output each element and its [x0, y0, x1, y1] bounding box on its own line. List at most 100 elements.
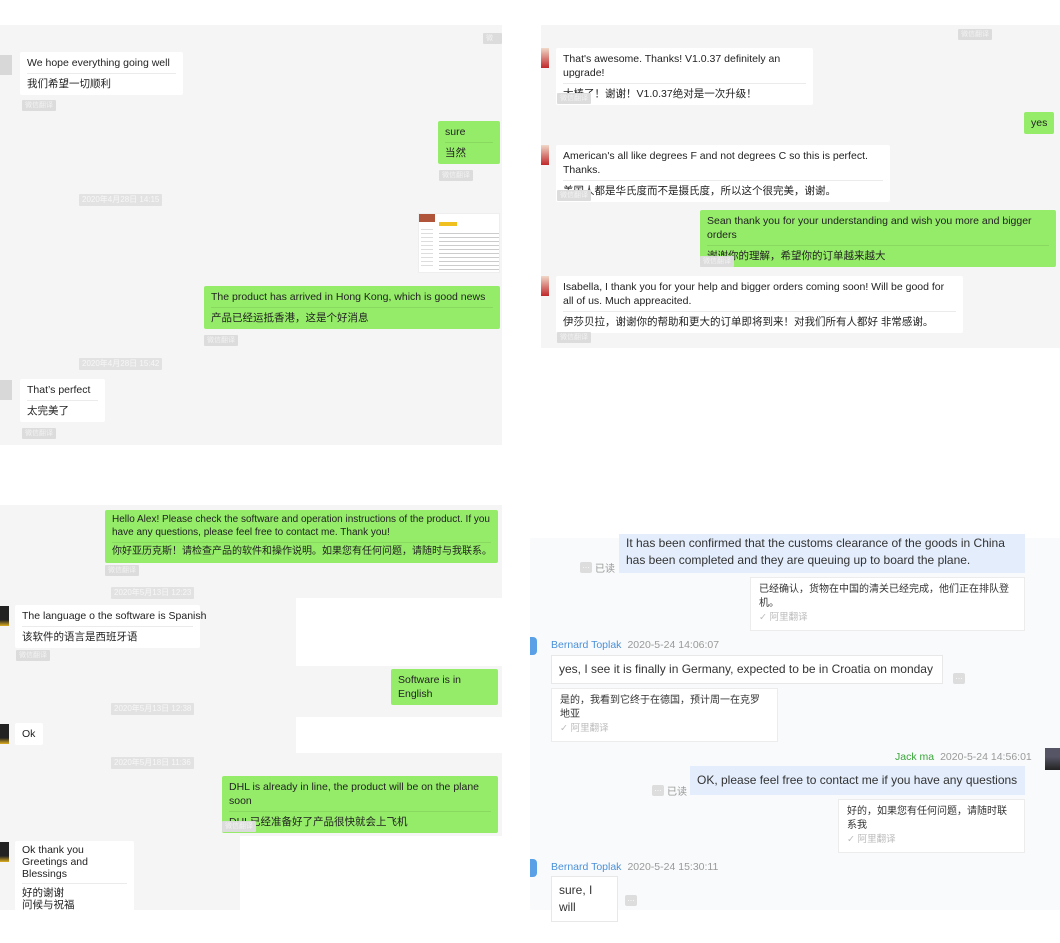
message-sent: DHL is already in line, the product will… — [222, 776, 498, 833]
message-received: That's awesome. Thanks! V1.0.37 definite… — [556, 48, 813, 105]
message-text: Ok thank you — [22, 844, 84, 856]
avatar[interactable] — [0, 380, 12, 400]
message-sent: Hello Alex! Please check the software an… — [105, 510, 498, 563]
timestamp: 2020年5月13日 12:23 — [111, 587, 195, 599]
message-translation: 太棒了！谢谢！V1.0.37绝对是一次升级！ — [563, 83, 806, 101]
avatar[interactable] — [530, 859, 537, 877]
message-translation: 已经确认，货物在中国的清关已经完成，他们正在排队登机。 — [759, 584, 1009, 609]
message-received: The language o the software is Spanish 该软… — [15, 605, 206, 648]
message-translation: 好的谢谢 问候与祝福 — [22, 883, 127, 911]
translate-tag[interactable]: 微信翻译 — [22, 100, 56, 111]
message-translation: 我们希望一切顺利 — [27, 73, 176, 91]
message-received: Isabella, I thank you for your help and … — [556, 276, 963, 333]
ali-translate-tag[interactable]: ✓ 阿里翻译 — [847, 833, 1016, 847]
message-received: yes, I see it is finally in Germany, exp… — [551, 655, 943, 684]
message-sent: OK, please feel free to contact me if yo… — [690, 766, 1025, 795]
translate-tag[interactable]: 微信翻译 — [557, 93, 591, 104]
blank-area — [296, 598, 502, 666]
timestamp: 2020年4月28日 14:15 — [79, 194, 163, 206]
message-text: The product has arrived in Hong Kong, wh… — [211, 291, 486, 303]
text-part: the software is Spanish — [97, 610, 207, 622]
sender-header: Bernard Toplak 2020-5-24 14:06:07 — [551, 639, 719, 651]
translate-tag[interactable]: 微信翻译 — [700, 256, 734, 267]
avatar[interactable] — [530, 637, 537, 655]
message-received: American's all like degrees F and not de… — [556, 145, 890, 202]
message-translation: DHL已经准备好了产品很快就会上飞机 — [229, 811, 491, 829]
translate-tag[interactable]: 微信翻译 — [557, 190, 591, 201]
translate-tag[interactable]: 微信翻译 — [22, 428, 56, 439]
message-sent: yes — [1024, 112, 1054, 134]
blank-area — [296, 717, 502, 753]
translate-tag[interactable]: 微信翻译 — [958, 29, 992, 40]
message-text: Sean thank you for your understanding an… — [707, 215, 1032, 241]
ali-translate-tag[interactable]: ✓ 阿里翻译 — [560, 722, 769, 736]
read-label: 已读 — [667, 787, 687, 798]
message-translation: 太完美了 — [27, 400, 98, 418]
sender-name[interactable]: Bernard Toplak — [551, 639, 621, 651]
avatar[interactable] — [0, 55, 12, 75]
sender-name[interactable]: Jack ma — [895, 751, 934, 763]
read-label: 已读 — [595, 564, 615, 575]
timestamp: 2020年5月13日 12:38 — [111, 703, 195, 715]
avatar[interactable] — [0, 606, 9, 626]
message-sent: It has been confirmed that the customs c… — [619, 534, 1025, 573]
message-translation: 产品已经运抵香港，这是个好消息 — [211, 307, 493, 325]
ali-translate-tag[interactable]: ✓ 阿里翻译 — [759, 611, 1016, 625]
message-text: We hope everything going well — [27, 57, 170, 69]
message-sent: Sean thank you for your understanding an… — [700, 210, 1056, 267]
text-part: 班牙语 — [106, 631, 138, 643]
text-part: 该软件的语言是西 — [22, 631, 106, 643]
message-time: 2020-5-24 14:56:01 — [940, 751, 1032, 763]
message-sent: Software is in English — [391, 669, 498, 705]
more-icon[interactable]: … — [625, 895, 637, 906]
message-translation: 该软件的语言是西班牙语 — [22, 626, 193, 644]
translation-box: 是的，我看到它终于在德国，预计周一在克罗地亚 ✓ 阿里翻译 — [551, 688, 778, 742]
message-text: yes — [1031, 117, 1048, 129]
message-time: 2020-5-24 15:30:11 — [627, 861, 719, 873]
avatar[interactable] — [541, 276, 549, 296]
avatar[interactable] — [541, 145, 549, 165]
translate-tag[interactable]: 微信翻译 — [204, 335, 238, 346]
translation-box: 已经确认，货物在中国的清关已经完成，他们正在排队登机。 ✓ 阿里翻译 — [750, 577, 1025, 631]
message-time: 2020-5-24 14:06:07 — [627, 639, 720, 651]
message-sent: sure 当然 — [438, 121, 500, 164]
translate-tag[interactable]: 微信翻译 — [483, 33, 502, 44]
sender-name[interactable]: Bernard Toplak — [551, 861, 621, 873]
text-part: 好的谢谢 — [22, 887, 64, 899]
translate-tag[interactable]: 微信翻译 — [16, 650, 50, 661]
sender-header: Jack ma 2020-5-24 14:56:01 — [895, 751, 1032, 763]
text-part: The language o — [22, 610, 95, 622]
message-received: sure, I will — [551, 876, 618, 922]
message-translation: 当然 — [445, 142, 493, 160]
translate-tag[interactable]: 微信翻译 — [105, 565, 139, 576]
avatar[interactable] — [1045, 748, 1060, 770]
avatar[interactable] — [541, 48, 549, 68]
message-received: We hope everything going well 我们希望一切顺利 — [20, 52, 183, 95]
message-text: That’s perfect — [27, 384, 91, 396]
message-text: Isabella, I thank you for your help and … — [563, 281, 945, 307]
translate-tag[interactable]: 微信翻译 — [439, 170, 473, 181]
message-text: sure — [445, 126, 466, 138]
message-text: The language o the software is Spanish — [22, 609, 206, 623]
message-text: Greetings and Blessings — [22, 856, 88, 880]
timestamp: 2020年5月18日 11:36 — [111, 757, 194, 769]
message-translation: 好的，如果您有任何问题，请随时联系我 — [847, 806, 1007, 831]
message-text: American's all like degrees F and not de… — [563, 150, 868, 176]
timestamp: 2020年4月28日 15:42 — [79, 358, 163, 370]
image-thumbnail[interactable] — [418, 213, 500, 273]
message-text: Software is in English — [398, 674, 462, 700]
read-status: … 已读 — [580, 560, 615, 575]
message-translation: 伊莎贝拉，谢谢你的帮助和更大的订单即将到来！对我们所有人都好 非常感谢。 — [563, 311, 956, 329]
message-translation: 美国人都是华氏度而不是摄氏度，所以这个很完美，谢谢。 — [563, 180, 883, 198]
blank-area — [240, 836, 502, 910]
more-icon[interactable]: … — [580, 562, 592, 573]
more-icon[interactable]: … — [652, 785, 664, 796]
translate-tag[interactable]: 微信翻译 — [557, 332, 591, 343]
avatar[interactable] — [0, 724, 9, 744]
message-translation: 谢谢你的理解，希望你的订单越来越大 — [707, 245, 1049, 263]
avatar[interactable] — [0, 842, 9, 862]
more-icon[interactable]: … — [953, 673, 965, 684]
text-part: 问候与祝福 — [22, 899, 75, 911]
translate-tag[interactable]: 微信翻译 — [222, 821, 256, 832]
message-text: Hello Alex! Please check the software an… — [112, 514, 490, 538]
